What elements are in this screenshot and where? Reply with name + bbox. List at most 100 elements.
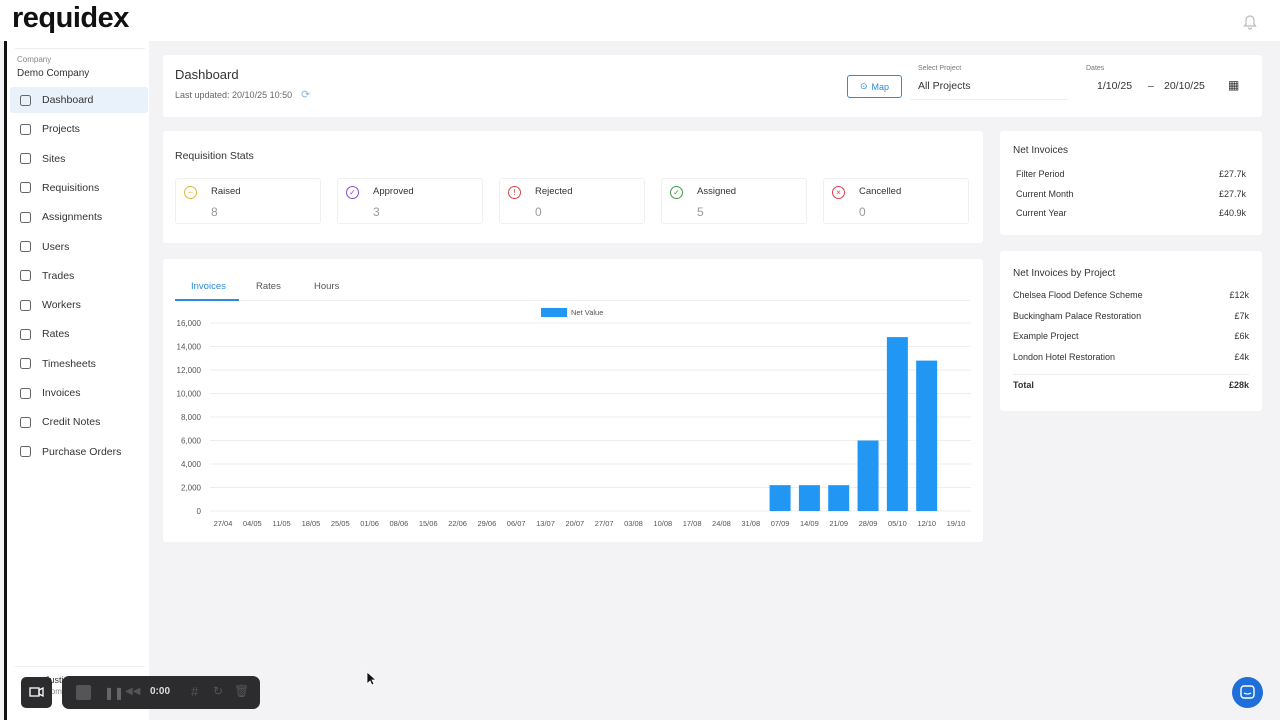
sidebar-item-requisitions[interactable]: Requisitions	[10, 175, 148, 201]
sidebar-item-sites[interactable]: Sites	[10, 146, 148, 172]
date-range-input[interactable]: 1/10/25 – 20/10/25 ▦	[1076, 73, 1248, 100]
raised-status-icon: –	[184, 186, 197, 199]
tab-hours[interactable]: Hours	[314, 281, 339, 292]
row-label: Current Year	[1016, 208, 1067, 218]
stat-approved[interactable]: ✓ Approved 3	[337, 178, 483, 224]
buildings-icon	[20, 123, 31, 135]
project-row: Example Project £6k	[1013, 331, 1249, 341]
rewind-button[interactable]: ◀◀	[125, 686, 140, 697]
sidebar: Company Demo Company Dashboard Projects Si…	[4, 41, 149, 720]
grid-icon	[20, 94, 31, 106]
stat-value: 5	[697, 205, 704, 219]
trades-icon	[20, 270, 31, 282]
stat-rejected[interactable]: ! Rejected 0	[499, 178, 645, 224]
x-tick-label: 24/08	[712, 519, 731, 528]
pause-button[interactable]: ❚❚	[104, 686, 124, 700]
x-tick-label: 03/08	[624, 519, 643, 528]
row-label: London Hotel Restoration	[1013, 352, 1116, 363]
sidebar-item-workers[interactable]: Workers	[10, 292, 148, 318]
bell-icon[interactable]	[1242, 14, 1258, 30]
row-label: Buckingham Palace Restoration	[1013, 310, 1142, 321]
last-updated: Last updated: 20/10/25 10:50	[175, 90, 293, 100]
map-button[interactable]: ⊙ Map	[847, 75, 902, 98]
stat-label: Assigned	[697, 186, 737, 197]
sidebar-item-purchase-orders[interactable]: Purchase Orders	[10, 439, 148, 465]
sidebar-item-label: Users	[42, 240, 70, 253]
sidebar-item-credit-notes[interactable]: Credit Notes	[10, 409, 148, 435]
sidebar-item-users[interactable]: Users	[10, 234, 148, 260]
receipt-icon	[20, 446, 31, 458]
row-value: £6k	[1234, 331, 1249, 342]
invoices-chart: 0 2,000 4,000 6,000 8,000 10,000 12,000 14,000 1…	[177, 308, 971, 528]
refresh-icon[interactable]: ⟳	[301, 88, 310, 101]
total-label: Total	[1013, 380, 1034, 390]
x-tick-label: 04/05	[243, 519, 262, 528]
stat-raised[interactable]: – Raised 8	[175, 178, 321, 224]
map-label: Map	[871, 81, 890, 92]
row-value: £4k	[1234, 352, 1249, 363]
y-tick-label: 16,000	[177, 319, 202, 328]
restart-button[interactable]: ↻	[213, 684, 223, 698]
total-row: Total £28k	[1013, 380, 1249, 390]
stat-label: Raised	[211, 186, 241, 197]
x-tick-label: 17/08	[683, 519, 702, 528]
video-camera-icon	[29, 686, 44, 698]
tab-rates[interactable]: Rates	[256, 281, 281, 292]
grid-button[interactable]: #	[191, 684, 198, 699]
sidebar-item-timesheets[interactable]: Timesheets	[10, 351, 148, 377]
workers-icon	[20, 299, 31, 311]
stop-button[interactable]	[76, 685, 91, 700]
trash-button[interactable]: 🗑	[234, 684, 249, 698]
net-invoice-row: Current Month £27.7k	[1016, 189, 1246, 199]
pin-icon: ⊙	[859, 81, 868, 91]
sidebar-item-trades[interactable]: Trades	[10, 263, 148, 289]
rejected-status-icon: !	[508, 186, 521, 199]
y-tick-label: 12,000	[177, 366, 202, 375]
recording-toolbar: ❚❚ ◀◀ 0:00 # ↻ 🗑	[62, 676, 260, 709]
timer: 0:00	[150, 686, 171, 697]
project-select-value: All Projects	[918, 80, 971, 92]
stat-cancelled[interactable]: × Cancelled 0	[823, 178, 969, 224]
stat-assigned[interactable]: ✓ Assigned 5	[661, 178, 807, 224]
x-tick-label: 25/05	[331, 519, 350, 528]
x-tick-label: 08/06	[390, 519, 409, 528]
net-invoice-row: Current Year £40.9k	[1016, 208, 1246, 218]
net-invoices-card: Net Invoices	[1000, 131, 1262, 235]
x-tick-label: 21/09	[829, 519, 848, 528]
project-row: Buckingham Palace Restoration £7k	[1013, 311, 1249, 321]
y-tick-label: 8,000	[181, 413, 202, 422]
stat-label: Rejected	[535, 186, 573, 197]
stats-title: Requisition Stats	[175, 150, 254, 162]
x-tick-label: 19/10	[947, 519, 966, 528]
by-project-title: Net Invoices by Project	[1013, 268, 1116, 279]
sidebar-item-dashboard[interactable]: Dashboard	[10, 87, 148, 113]
pin-icon	[20, 153, 31, 165]
company-name[interactable]: Demo Company	[17, 68, 89, 79]
date-to: 20/10/25	[1164, 80, 1205, 92]
bar	[828, 485, 850, 511]
legend-label: Net Value	[571, 308, 603, 317]
row-label: Filter Period	[1016, 169, 1065, 179]
sidebar-item-projects[interactable]: Projects	[10, 116, 148, 142]
sidebar-item-label: Timesheets	[42, 357, 96, 370]
bar	[769, 485, 791, 511]
calendar-icon	[20, 358, 31, 370]
sidebar-item-label: Trades	[42, 269, 75, 282]
document-icon	[20, 387, 31, 399]
chat-button[interactable]	[1232, 677, 1263, 708]
x-tick-label: 10/08	[653, 519, 672, 528]
camera-button[interactable]	[21, 677, 52, 708]
project-select-label: Select Project	[918, 65, 962, 72]
company-label: Company	[17, 55, 52, 64]
sidebar-item-assignments[interactable]: Assignments	[10, 204, 148, 230]
net-invoice-row: Filter Period £27.7k	[1016, 169, 1246, 179]
project-select[interactable]: All Projects	[910, 73, 1068, 100]
bar	[916, 360, 938, 511]
sidebar-item-rates[interactable]: Rates	[10, 321, 148, 347]
calendar-icon[interactable]: ▦	[1228, 78, 1239, 92]
tab-invoices[interactable]: Invoices	[191, 281, 226, 292]
row-value: £27.7k	[1218, 188, 1246, 199]
sidebar-item-invoices[interactable]: Invoices	[10, 380, 148, 406]
sidebar-item-label: Requisitions	[42, 181, 100, 194]
date-from: 1/10/25	[1097, 80, 1133, 92]
